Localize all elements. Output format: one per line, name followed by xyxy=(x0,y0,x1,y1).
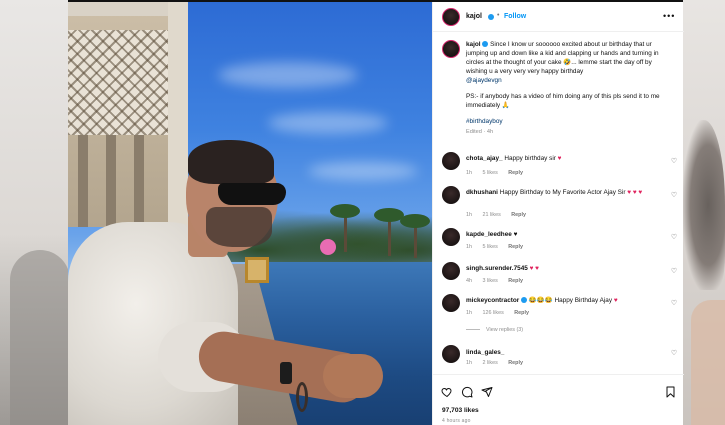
caption-text: Since I know ur soooooo excited about ur… xyxy=(466,41,659,75)
comment-avatar[interactable] xyxy=(442,345,460,363)
man-hands xyxy=(323,354,383,398)
share-icon[interactable] xyxy=(481,386,493,398)
background-figure xyxy=(10,250,70,425)
caption-mention[interactable]: @ajaydevgn xyxy=(466,77,502,84)
author-username[interactable]: kajol xyxy=(466,13,482,20)
caption-verified-icon xyxy=(482,41,489,48)
likes-count[interactable]: 97,703 likes xyxy=(442,407,479,414)
heart-outline-icon[interactable] xyxy=(441,386,453,398)
comment-meta: 1h 2 likes Reply xyxy=(466,360,523,366)
comment-like-icon[interactable]: ♡ xyxy=(670,300,678,308)
comment-avatar[interactable] xyxy=(442,228,460,246)
comment-avatar[interactable] xyxy=(442,262,460,280)
comment-meta: 4h 3 likes Reply xyxy=(466,278,523,284)
comment-text: dkhushani Happy Birthday to My Favorite … xyxy=(466,189,643,196)
comment-text: kapde_leedhee ♥ xyxy=(466,230,656,239)
comment-username[interactable]: linda_gales_ xyxy=(466,349,504,356)
background-skin xyxy=(691,300,725,425)
comment-like-icon[interactable]: ♡ xyxy=(670,268,678,276)
comment-meta: 1h 21 likes Reply xyxy=(466,212,526,218)
post-caption: kajol Since I know ur soooooo excited ab… xyxy=(466,40,674,137)
separator-dot: • xyxy=(497,12,500,19)
flamingo-float xyxy=(320,239,336,255)
red-heart-emoji-icon: ♥ ♥ xyxy=(529,265,539,272)
bookmark-icon[interactable] xyxy=(665,386,676,398)
comment-avatar[interactable] xyxy=(442,294,460,312)
red-heart-emoji-icon: ♥ xyxy=(557,155,562,162)
comment-like-icon[interactable]: ♡ xyxy=(670,234,678,242)
comment-username[interactable]: chota_ajay_ xyxy=(466,155,503,162)
post-side-panel: kajol • Follow ••• kajol Since I know ur… xyxy=(432,2,684,425)
comment-username[interactable]: dkhushani xyxy=(466,189,498,196)
verified-badge-icon xyxy=(488,14,494,20)
comment-username[interactable]: kapde_leedhee xyxy=(466,231,512,238)
comment-avatar[interactable] xyxy=(442,152,460,170)
reply-button[interactable]: Reply xyxy=(508,360,523,366)
comment-text: singh.surender.7545 ♥ ♥ xyxy=(466,264,656,273)
post-timestamp[interactable]: 4 hours ago xyxy=(442,418,471,424)
caption-hashtag[interactable]: #birthdayboy xyxy=(466,118,503,125)
pillar xyxy=(168,2,188,227)
bracelet xyxy=(296,382,308,412)
caption-username[interactable]: kajol xyxy=(466,41,481,48)
comment-avatar[interactable] xyxy=(442,186,460,204)
caption-ps: PS:- if anybody has a video of him doing… xyxy=(466,93,660,109)
black-heart-emoji-icon: ♥ xyxy=(513,231,518,238)
red-heart-emoji-icon: ♥ xyxy=(613,297,618,304)
comment-text: chota_ajay_ Happy birthday sir ♥ xyxy=(466,155,562,162)
view-replies-button[interactable]: View replies (3) xyxy=(466,327,523,333)
background-blur-left xyxy=(0,0,70,425)
comment-username[interactable]: singh.surender.7545 xyxy=(466,265,528,272)
man-hair xyxy=(188,140,274,184)
follow-button[interactable]: Follow xyxy=(504,13,526,20)
post-photo[interactable] xyxy=(68,2,432,425)
reply-button[interactable]: Reply xyxy=(514,310,529,316)
comment-icon[interactable] xyxy=(461,386,473,398)
comment-text: linda_gales_ xyxy=(466,348,656,357)
author-avatar[interactable] xyxy=(442,8,460,26)
comment-username[interactable]: mickeycontractor xyxy=(466,297,519,304)
comment-verified-icon xyxy=(521,297,528,304)
post-actions-bar: 97,703 likes 4 hours ago xyxy=(433,374,684,425)
comment-text: mickeycontractor 😂😂😂 Happy Birthday Ajay… xyxy=(466,297,618,304)
comment-like-icon[interactable]: ♡ xyxy=(670,192,678,200)
caption-edited-meta: Edited · 4h xyxy=(466,129,494,135)
reply-button[interactable]: Reply xyxy=(508,278,523,284)
more-options-icon[interactable]: ••• xyxy=(663,11,675,21)
reply-button[interactable]: Reply xyxy=(508,170,523,176)
comment-like-icon[interactable]: ♡ xyxy=(670,158,678,166)
reply-button[interactable]: Reply xyxy=(511,212,526,218)
man-beard xyxy=(206,207,272,247)
caption-avatar[interactable] xyxy=(442,40,460,58)
background-hair xyxy=(683,120,725,290)
red-heart-emoji-icon: ♥ ♥ ♥ xyxy=(627,189,643,196)
comment-meta: 1h 5 likes Reply xyxy=(466,244,523,250)
watch xyxy=(280,362,292,384)
reply-button[interactable]: Reply xyxy=(508,244,523,250)
comment-like-icon[interactable]: ♡ xyxy=(670,350,678,358)
post-header: kajol • Follow ••• xyxy=(433,2,684,32)
comment-meta: 1h 5 likes Reply xyxy=(466,170,523,176)
lantern xyxy=(245,257,269,283)
sunglasses xyxy=(218,183,286,205)
background-blur-right xyxy=(683,0,725,425)
comment-meta: 1h 126 likes Reply xyxy=(466,310,529,316)
